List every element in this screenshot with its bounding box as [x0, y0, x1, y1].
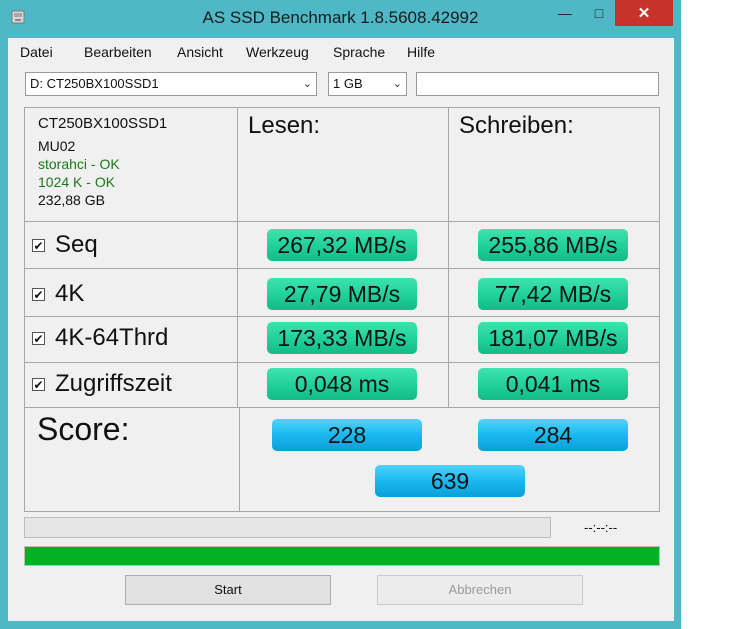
seq-write-result: 255,86 MB/s: [478, 229, 628, 261]
driver-status: storahci - OK: [38, 156, 120, 172]
score-label: Score:: [37, 411, 130, 447]
checkbox-zugriffszeit[interactable]: ✔: [32, 377, 45, 391]
grid-border: [659, 107, 660, 512]
checkbox-seq[interactable]: ✔: [32, 238, 45, 252]
total-score: 639: [375, 465, 525, 497]
test-row-4k-64thrd[interactable]: ✔ 4K-64Thrd: [32, 323, 168, 353]
client-area: Datei Bearbeiten Ansicht Werkzeug Sprach…: [8, 38, 674, 621]
grid-divider: [24, 407, 660, 408]
4k-read-result: 27,79 MB/s: [267, 278, 417, 310]
test-label-4k-64thrd: 4K-64Thrd: [55, 324, 169, 351]
menu-item-sprache[interactable]: Sprache: [333, 44, 385, 60]
test-label-zugriffszeit: Zugriffszeit: [55, 370, 172, 397]
4k-write-result: 77,42 MB/s: [478, 278, 628, 310]
maximize-button[interactable]: □: [582, 0, 616, 26]
seq-read-result: 267,32 MB/s: [267, 229, 417, 261]
total-progress-fill: [25, 547, 659, 565]
read-header: Lesen:: [248, 112, 321, 139]
drive-select[interactable]: D: CT250BX100SSD1 ⌄: [25, 72, 317, 96]
menu-item-werkzeug[interactable]: Werkzeug: [246, 44, 309, 60]
grid-divider: [24, 268, 660, 269]
size-select-value: 1 GB: [333, 76, 363, 91]
test-label-seq: Seq: [55, 231, 98, 258]
app-window: AS SSD Benchmark 1.8.5608.42992 — □ ✕ Da…: [0, 0, 681, 629]
minimize-button[interactable]: —: [548, 0, 582, 26]
test-label-4k: 4K: [55, 280, 85, 307]
write-header: Schreiben:: [459, 112, 574, 139]
grid-divider: [24, 316, 660, 317]
elapsed-time: --:--:--: [584, 520, 618, 535]
grid-border: [24, 107, 660, 108]
drive-model: CT250BX100SSD1: [38, 115, 168, 132]
checkbox-4k[interactable]: ✔: [32, 287, 45, 301]
cancel-button[interactable]: Abbrechen: [377, 575, 583, 605]
drive-capacity: 232,88 GB: [38, 192, 105, 208]
label-input[interactable]: [416, 72, 659, 96]
menu-item-datei[interactable]: Datei: [20, 44, 53, 60]
grid-divider: [239, 408, 240, 512]
4k-64thrd-write-result: 181,07 MB/s: [478, 322, 628, 354]
total-progress-bar: [24, 546, 660, 566]
4k-64thrd-read-result: 173,33 MB/s: [267, 322, 417, 354]
menu-item-bearbeiten[interactable]: Bearbeiten: [84, 44, 152, 60]
close-button[interactable]: ✕: [615, 0, 673, 26]
test-row-4k[interactable]: ✔ 4K: [32, 279, 84, 309]
menu-item-ansicht[interactable]: Ansicht: [177, 44, 223, 60]
start-button[interactable]: Start: [125, 575, 331, 605]
grid-border: [24, 107, 25, 512]
read-score: 228: [272, 419, 422, 451]
title-bar[interactable]: AS SSD Benchmark 1.8.5608.42992 — □ ✕: [0, 0, 681, 36]
drive-firmware: MU02: [38, 138, 76, 154]
size-select[interactable]: 1 GB ⌄: [328, 72, 407, 96]
test-progress-bar: [24, 517, 551, 538]
grid-divider: [24, 362, 660, 363]
test-row-seq[interactable]: ✔ Seq: [32, 230, 98, 260]
chevron-down-icon: ⌄: [302, 78, 312, 90]
grid-divider: [237, 107, 238, 407]
drive-select-value: D: CT250BX100SSD1: [30, 76, 159, 91]
checkbox-4k-64thrd[interactable]: ✔: [32, 331, 45, 345]
menu-bar: Datei Bearbeiten Ansicht Werkzeug Sprach…: [8, 38, 674, 66]
chevron-down-icon: ⌄: [392, 78, 402, 90]
grid-border: [24, 511, 660, 512]
access-time-write-result: 0,041 ms: [478, 368, 628, 400]
grid-divider: [448, 107, 449, 407]
menu-item-hilfe[interactable]: Hilfe: [407, 44, 435, 60]
alignment-status: 1024 K - OK: [38, 174, 116, 190]
test-row-zugriffszeit[interactable]: ✔ Zugriffszeit: [32, 369, 172, 399]
access-time-read-result: 0,048 ms: [267, 368, 417, 400]
write-score: 284: [478, 419, 628, 451]
grid-divider: [24, 221, 660, 222]
